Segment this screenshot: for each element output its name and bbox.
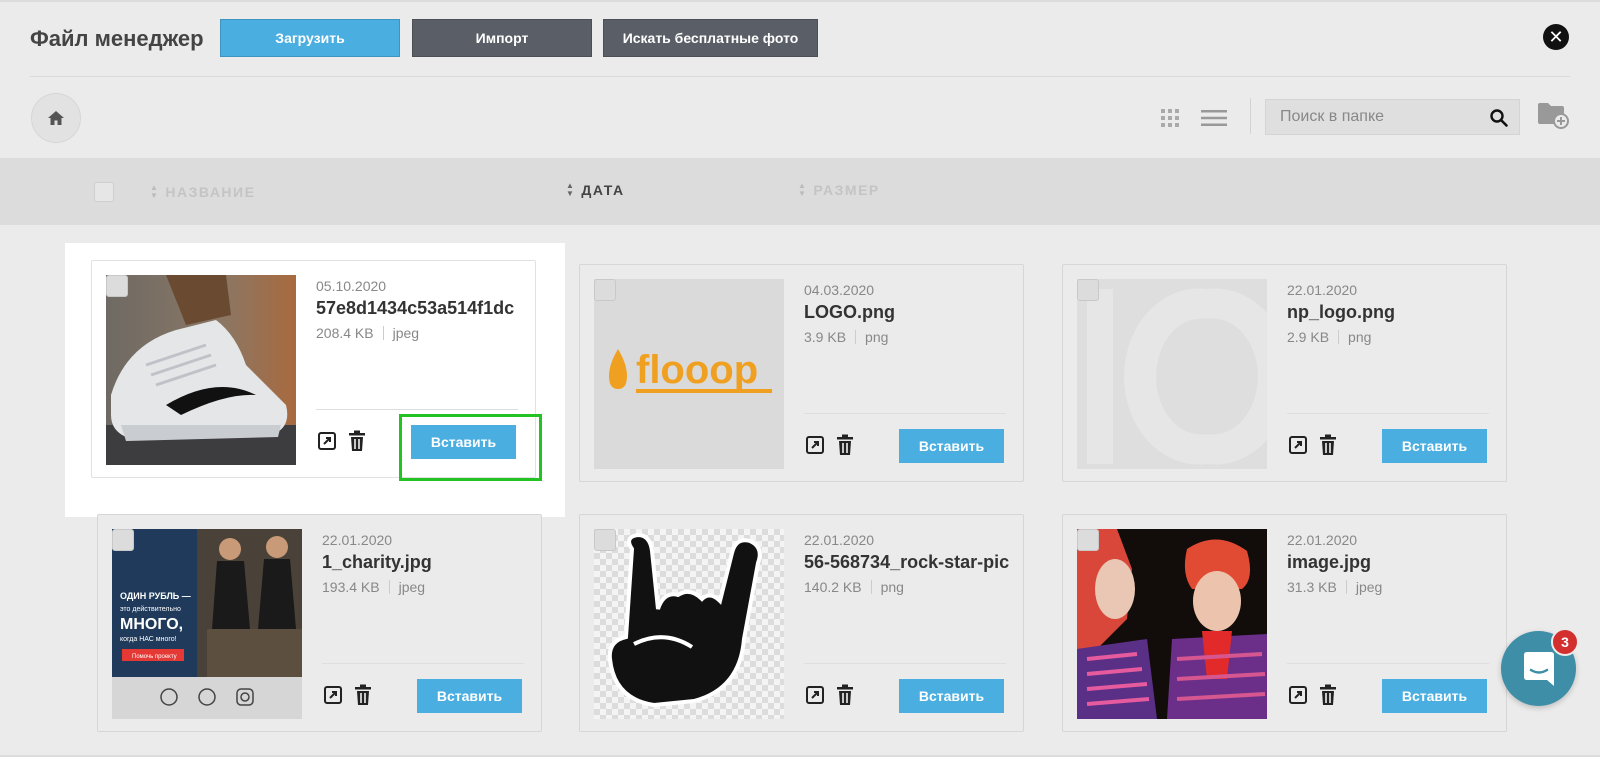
file-checkbox[interactable] [594,279,616,301]
open-external-icon[interactable] [1288,685,1308,705]
home-button[interactable] [31,93,81,143]
file-thumbnail[interactable] [1077,279,1267,469]
file-thumbnail[interactable]: flooop [594,279,784,469]
trash-icon[interactable] [836,684,854,706]
notification-badge: 3 [1551,628,1579,656]
file-date: 22.01.2020 [804,532,875,548]
file-checkbox[interactable] [1077,529,1099,551]
file-checkbox[interactable] [112,529,134,551]
toolbar-divider [1250,98,1251,134]
file-date: 04.03.2020 [804,282,875,298]
file-size: 2.9 KB [1287,329,1330,345]
file-name: image.jpg [1287,552,1372,572]
file-type: png [865,329,889,345]
file-date: 22.01.2020 [1287,282,1358,298]
trash-icon[interactable] [836,434,854,456]
upload-button[interactable]: Загрузить [220,19,400,57]
sort-arrows-icon: ▲ ▼ [566,181,576,198]
close-icon[interactable]: ✕ [1543,24,1569,50]
file-date: 22.01.2020 [322,532,393,548]
file-size: 140.2 KB [804,579,862,595]
file-card[interactable]: 22.01.2020 np_logo.png 2.9 KB png Вставит… [1062,264,1507,482]
new-folder-icon[interactable] [1537,101,1569,129]
file-type: jpeg [1355,579,1383,595]
portrait-image [1077,529,1267,719]
page-title: Файл менеджер [30,26,204,51]
file-card[interactable]: 22.01.2020 image.jpg 31.3 KB jpeg Вставит… [1062,514,1507,732]
file-size: 193.4 KB [322,579,380,595]
file-size: 208.4 KB [316,325,374,341]
highlight-outline [399,414,542,481]
sort-by-date[interactable]: ▲ ▼ ДАТА [566,181,625,199]
file-thumbnail[interactable] [594,529,784,719]
open-external-icon[interactable] [1288,435,1308,455]
grid-view-icon[interactable] [1160,108,1180,128]
sort-by-size[interactable]: ▲ ▼ РАЗМЕР [798,181,880,199]
insert-button[interactable]: Вставить [417,679,522,713]
insert-button[interactable]: Вставить [899,679,1004,713]
rock-hand-image [594,529,784,719]
trash-icon[interactable] [348,430,366,452]
file-date: 05.10.2020 [316,278,387,294]
file-checkbox[interactable] [1077,279,1099,301]
np-logo-image [1077,279,1267,469]
file-thumbnail[interactable] [1077,529,1267,719]
file-date: 22.01.2020 [1287,532,1358,548]
trash-icon[interactable] [1319,684,1337,706]
open-external-icon[interactable] [805,435,825,455]
file-type: jpeg [398,579,426,595]
sort-arrows-icon: ▲ ▼ [798,181,808,198]
file-card[interactable]: flooop 04.03.2020 LOGO.png 3.9 KB png Вст… [579,264,1024,482]
import-button[interactable]: Импорт [412,19,592,57]
file-type: jpeg [392,325,420,341]
search-icon[interactable] [1489,108,1509,128]
search-free-photos-button[interactable]: Искать бесплатные фото [603,19,818,57]
file-name: np_logo.png [1287,302,1395,322]
file-name: 57e8d1434c53a514f1dc [316,298,515,318]
file-size: 3.9 KB [804,329,847,345]
list-view-icon[interactable] [1201,109,1227,127]
file-type: png [880,579,904,595]
poster-button-text: Помочь проекту [132,654,177,660]
charity-poster-image: ОДИН РУБЛЬ — это действительно МНОГО, ко… [112,529,302,719]
file-checkbox[interactable] [594,529,616,551]
chat-icon [1523,651,1554,686]
open-external-icon[interactable] [323,685,343,705]
select-all-checkbox[interactable] [94,182,114,202]
file-name: LOGO.png [804,302,895,322]
insert-button[interactable]: Вставить [899,429,1004,463]
header-divider [30,76,1570,77]
open-external-icon[interactable] [317,431,337,451]
sort-arrows-icon: ▲ ▼ [150,183,160,200]
file-type: png [1348,329,1372,345]
file-name: 1_charity.jpg [322,552,432,572]
open-external-icon[interactable] [805,685,825,705]
trash-icon[interactable] [1319,434,1337,456]
search-input[interactable] [1266,108,1476,126]
file-checkbox[interactable] [106,275,128,297]
file-card[interactable]: ОДИН РУБЛЬ — это действительно МНОГО, ко… [97,514,542,732]
poster-line: МНОГО, [120,616,183,633]
search-box [1265,99,1520,135]
logo-text: flooop [636,348,758,392]
home-icon [48,111,64,125]
file-thumbnail[interactable]: ОДИН РУБЛЬ — это действительно МНОГО, ко… [112,529,302,719]
insert-button[interactable]: Вставить [1382,679,1487,713]
poster-line: это действительно [120,605,181,613]
insert-button[interactable]: Вставить [1382,429,1487,463]
sort-by-name[interactable]: ▲ ▼ НАЗВАНИЕ [150,183,255,201]
poster-line: ОДИН РУБЛЬ — [120,591,191,601]
flooop-logo-image: flooop [594,279,784,469]
sneaker-image [106,275,296,465]
file-name: 56-568734_rock-star-pic [804,552,1010,572]
file-thumbnail[interactable] [106,275,296,465]
poster-line: когда НАС много! [120,636,177,643]
file-card[interactable]: 22.01.2020 56-568734_rock-star-pic 140.2… [579,514,1024,732]
file-size: 31.3 KB [1287,579,1337,595]
trash-icon[interactable] [354,684,372,706]
